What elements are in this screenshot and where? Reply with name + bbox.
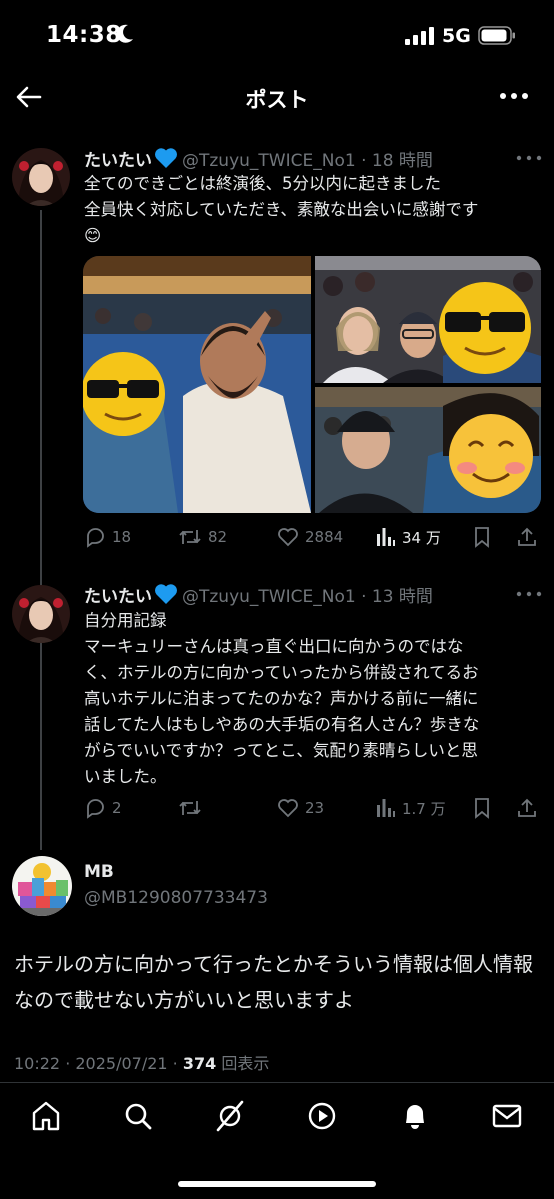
share-icon[interactable]: [516, 526, 538, 548]
like-count: 23: [305, 799, 325, 817]
photo-bottom-right[interactable]: [315, 387, 541, 513]
tweet-header: たいたい @Tzuyu_TWICE_No1 · 13 時間: [84, 582, 433, 607]
reply-icon: [87, 799, 104, 819]
like-icon: [278, 799, 298, 818]
tweet-actions: 2 23 1.7 万: [84, 795, 544, 821]
signal-icon: [405, 27, 434, 45]
tweet-text: 全てのできごとは終演後、5分以内に起きました 全員快く対応していただき、素敵な出…: [84, 174, 479, 245]
retweet-button[interactable]: [178, 795, 208, 821]
separator: ·: [355, 587, 372, 607]
display-name[interactable]: たいたい: [84, 587, 152, 607]
retweet-button[interactable]: 82: [178, 524, 227, 550]
view-label: 回表示: [216, 1054, 270, 1073]
separator: ·: [355, 151, 372, 171]
avatar[interactable]: [12, 856, 72, 916]
handle[interactable]: @Tzuyu_TWICE_No1: [182, 151, 356, 171]
status-bar: 14:38 5G: [0, 0, 554, 72]
tweet-actions: 18 82 2884 34 万: [84, 524, 544, 550]
bookmark-icon[interactable]: [472, 797, 492, 819]
views-icon: [377, 528, 395, 546]
tweet-header: たいたい @Tzuyu_TWICE_No1 · 18 時間: [84, 146, 433, 171]
video-icon[interactable]: [304, 1098, 340, 1134]
divider: [0, 1082, 554, 1083]
avatar[interactable]: [12, 585, 70, 643]
battery-icon: [478, 26, 515, 45]
photo-left[interactable]: [83, 256, 311, 513]
post-text: ホテルの方に向かって行ったとかそういう情報は個人情報なので載せない方がいいと思い…: [14, 952, 533, 1012]
more-icon[interactable]: [516, 589, 542, 599]
reply-count: 2: [112, 799, 122, 817]
handle[interactable]: @Tzuyu_TWICE_No1: [182, 587, 356, 607]
grok-icon[interactable]: [212, 1098, 248, 1134]
like-icon: [278, 528, 298, 547]
views-count: 34 万: [402, 528, 441, 547]
moon-icon: [116, 24, 133, 43]
bookmark-icon[interactable]: [472, 526, 492, 548]
reply-button[interactable]: 2: [84, 795, 122, 821]
like-button[interactable]: 23: [277, 795, 324, 821]
reply-icon: [87, 528, 104, 548]
views-icon: [377, 799, 395, 817]
more-icon[interactable]: [498, 86, 530, 106]
like-button[interactable]: 2884: [277, 524, 343, 550]
views-button[interactable]: 34 万: [376, 524, 441, 550]
photo-top-right[interactable]: [315, 256, 541, 383]
mail-icon[interactable]: [489, 1098, 525, 1134]
retweet-icon: [179, 530, 201, 544]
reply-count: 18: [112, 528, 132, 546]
network-label: 5G: [442, 25, 471, 47]
media-grid: [83, 256, 541, 513]
views-count: 1.7 万: [402, 799, 446, 818]
heart-icon: [155, 584, 177, 604]
bell-icon[interactable]: [397, 1098, 433, 1134]
avatar[interactable]: [12, 148, 70, 206]
views-button[interactable]: 1.7 万: [376, 795, 446, 821]
tweet-text: 自分用記録 マーキュリーさんは真っ直ぐ出口に向かうのではな く、ホテルの方に向か…: [84, 611, 480, 786]
view-count: 374: [182, 1054, 217, 1073]
retweet-count: 82: [208, 528, 228, 546]
search-icon[interactable]: [120, 1098, 156, 1134]
thread-line: [40, 210, 42, 850]
share-icon[interactable]: [516, 797, 538, 819]
display-name[interactable]: MB: [84, 862, 114, 882]
post-timestamp: 10:22 · 2025/07/21 ·: [14, 1054, 183, 1073]
header: ポスト: [0, 72, 554, 124]
post-meta: 10:22 · 2025/07/21 · 374 回表示: [14, 1050, 269, 1074]
home-icon[interactable]: [28, 1098, 64, 1134]
handle[interactable]: @MB1290807733473: [84, 888, 268, 908]
like-count: 2884: [305, 528, 344, 546]
more-icon[interactable]: [516, 153, 542, 163]
page-title: ポスト: [245, 88, 309, 112]
heart-icon: [155, 148, 177, 168]
display-name[interactable]: たいたい: [84, 151, 152, 171]
reply-button[interactable]: 18: [84, 524, 131, 550]
status-time: 14:38: [46, 22, 122, 48]
timestamp: 18 時間: [371, 151, 433, 171]
retweet-icon: [179, 801, 201, 815]
timestamp: 13 時間: [371, 587, 433, 607]
home-indicator: [178, 1181, 376, 1187]
